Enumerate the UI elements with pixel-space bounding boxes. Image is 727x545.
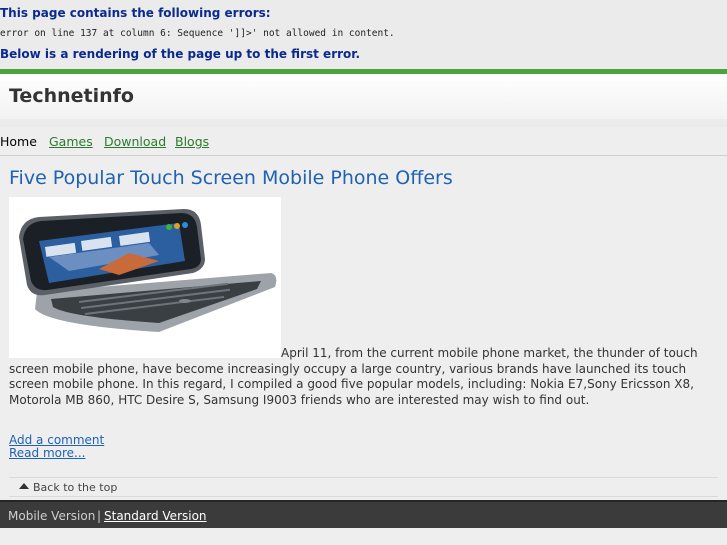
header-spacer <box>0 119 727 127</box>
smartphone-icon[interactable] <box>9 197 281 358</box>
error-detail: error on line 137 at column 6: Sequence … <box>0 28 395 39</box>
page-bottom <box>0 528 727 545</box>
back-to-top-bar[interactable]: Back to the top <box>9 477 718 497</box>
error-title: This page contains the following errors: <box>0 6 271 20</box>
standard-version-link[interactable]: Standard Version <box>104 509 207 523</box>
add-comment-link[interactable]: Add a comment <box>9 433 104 447</box>
post-title[interactable]: Five Popular Touch Screen Mobile Phone O… <box>9 167 453 189</box>
nav-item-home[interactable]: Home <box>0 134 37 149</box>
back-to-top-label[interactable]: Back to the top <box>33 481 117 494</box>
footer-separator: | <box>97 509 102 523</box>
site-title[interactable]: Technetinfo <box>9 85 134 107</box>
nav-item-games[interactable]: Games <box>49 134 93 149</box>
nav-item-download[interactable]: Download <box>104 134 166 149</box>
xml-error-panel: This page contains the following errors:… <box>0 0 727 69</box>
site-header: Technetinfo <box>0 74 727 119</box>
error-note: Below is a rendering of the page up to t… <box>0 47 361 61</box>
up-arrow-icon <box>19 483 29 489</box>
main-nav: Home Games Download Blogs <box>0 127 727 156</box>
nav-item-blogs[interactable]: Blogs <box>175 134 209 149</box>
footer: Mobile Version | Standard Version <box>0 500 727 528</box>
mobile-version-label: Mobile Version <box>8 509 96 523</box>
read-more-link[interactable]: Read more... <box>9 446 86 460</box>
post-content: Five Popular Touch Screen Mobile Phone O… <box>0 156 727 506</box>
post-body: April 11, from the current mobile phone … <box>9 346 698 407</box>
